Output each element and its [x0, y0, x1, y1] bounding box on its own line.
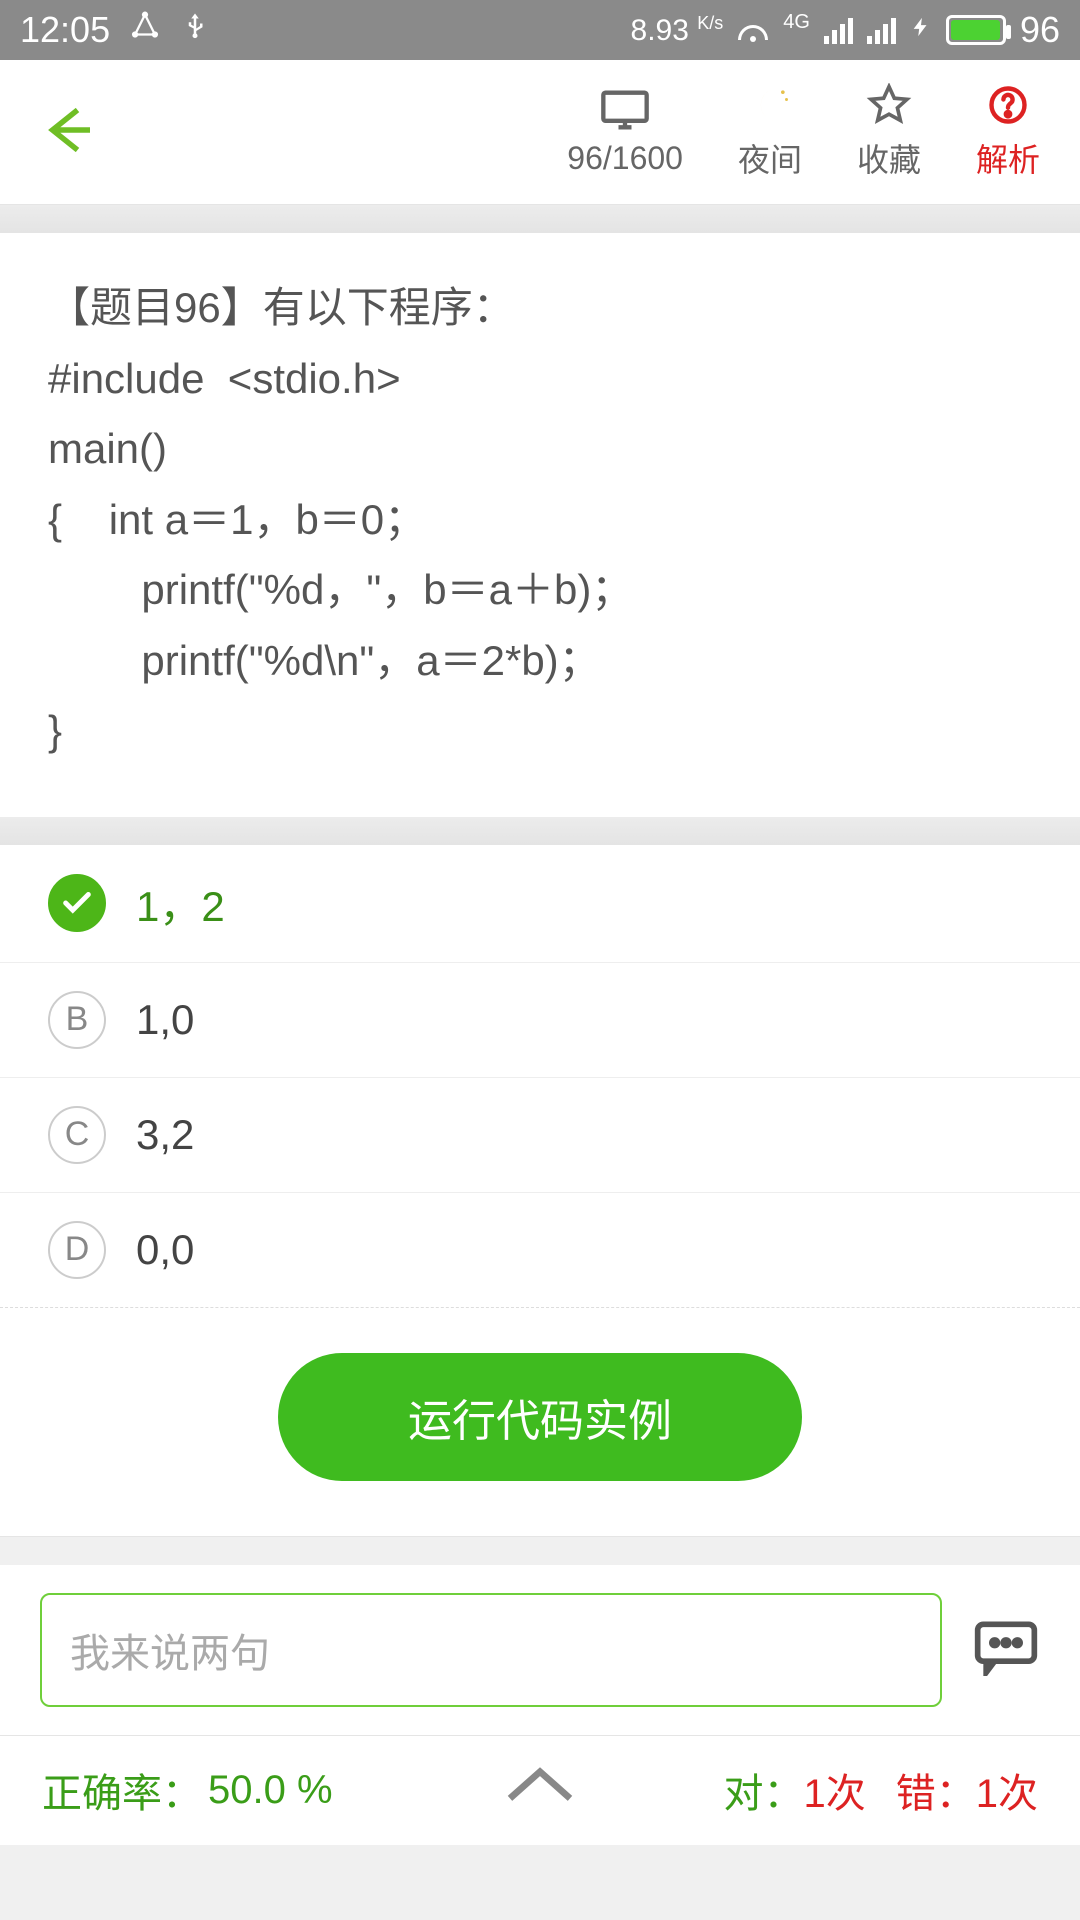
- question-panel: 【题目96】有以下程序： #include <stdio.h> main() {…: [0, 233, 1080, 817]
- net-type: 4G: [783, 11, 810, 34]
- comments-icon[interactable]: [972, 1618, 1040, 1681]
- option-d[interactable]: D 0,0: [0, 1193, 1080, 1308]
- check-icon: [48, 874, 106, 932]
- divider: [0, 817, 1080, 845]
- usb-icon: [180, 9, 210, 52]
- toolbar: 96/1600 夜间 收藏 解析: [0, 60, 1080, 205]
- signal-icon: [824, 16, 853, 44]
- fav-label: 收藏: [857, 135, 921, 181]
- option-letter: B: [48, 991, 106, 1049]
- option-text: 0,0: [136, 1226, 194, 1274]
- comment-row: 我来说两句: [0, 1565, 1080, 1735]
- option-c[interactable]: C 3,2: [0, 1078, 1080, 1193]
- share-icon: [128, 9, 162, 52]
- favorite-button[interactable]: 收藏: [857, 83, 921, 181]
- question-title: 【题目96】有以下程序：: [48, 273, 1032, 344]
- progress-label: 96/1600: [567, 140, 683, 177]
- accuracy-label: 正确率：: [42, 1761, 202, 1819]
- net-speed: 8.93 K/s: [631, 13, 724, 48]
- option-text: 1,0: [136, 996, 194, 1044]
- correct-count: 对：1次: [724, 1761, 866, 1819]
- expand-button[interactable]: [500, 1765, 580, 1815]
- wrong-count: 错：1次: [896, 1761, 1038, 1819]
- night-label: 夜间: [738, 135, 802, 181]
- analysis-label: 解析: [976, 135, 1040, 181]
- option-a[interactable]: 1，2: [0, 845, 1080, 963]
- status-bar: 12:05 8.93 K/s 4G 96: [0, 0, 1080, 60]
- option-letter: C: [48, 1106, 106, 1164]
- analysis-button[interactable]: 解析: [976, 83, 1040, 181]
- progress-indicator[interactable]: 96/1600: [567, 88, 683, 177]
- run-code-button[interactable]: 运行代码实例: [278, 1353, 802, 1481]
- run-row: 运行代码实例: [0, 1308, 1080, 1537]
- option-text: 1，2: [136, 873, 225, 934]
- accuracy-value: 50.0 %: [208, 1768, 333, 1813]
- battery-icon: [946, 15, 1006, 45]
- battery-pct: 96: [1020, 9, 1060, 51]
- stats-footer: 正确率： 50.0 % 对：1次 错：1次: [0, 1735, 1080, 1845]
- charging-icon: [910, 9, 932, 51]
- option-text: 3,2: [136, 1111, 194, 1159]
- question-code: #include <stdio.h> main() { int a＝1，b＝0；…: [48, 344, 1032, 767]
- wifi-icon: [737, 18, 769, 42]
- divider: [0, 205, 1080, 233]
- night-mode-button[interactable]: 夜间: [738, 83, 802, 181]
- back-button[interactable]: [35, 100, 95, 165]
- signal-icon-2: [867, 16, 896, 44]
- options-list: 1，2 B 1,0 C 3,2 D 0,0: [0, 845, 1080, 1308]
- option-letter: D: [48, 1221, 106, 1279]
- status-time: 12:05: [20, 9, 110, 51]
- option-b[interactable]: B 1,0: [0, 963, 1080, 1078]
- comment-input[interactable]: 我来说两句: [40, 1593, 942, 1707]
